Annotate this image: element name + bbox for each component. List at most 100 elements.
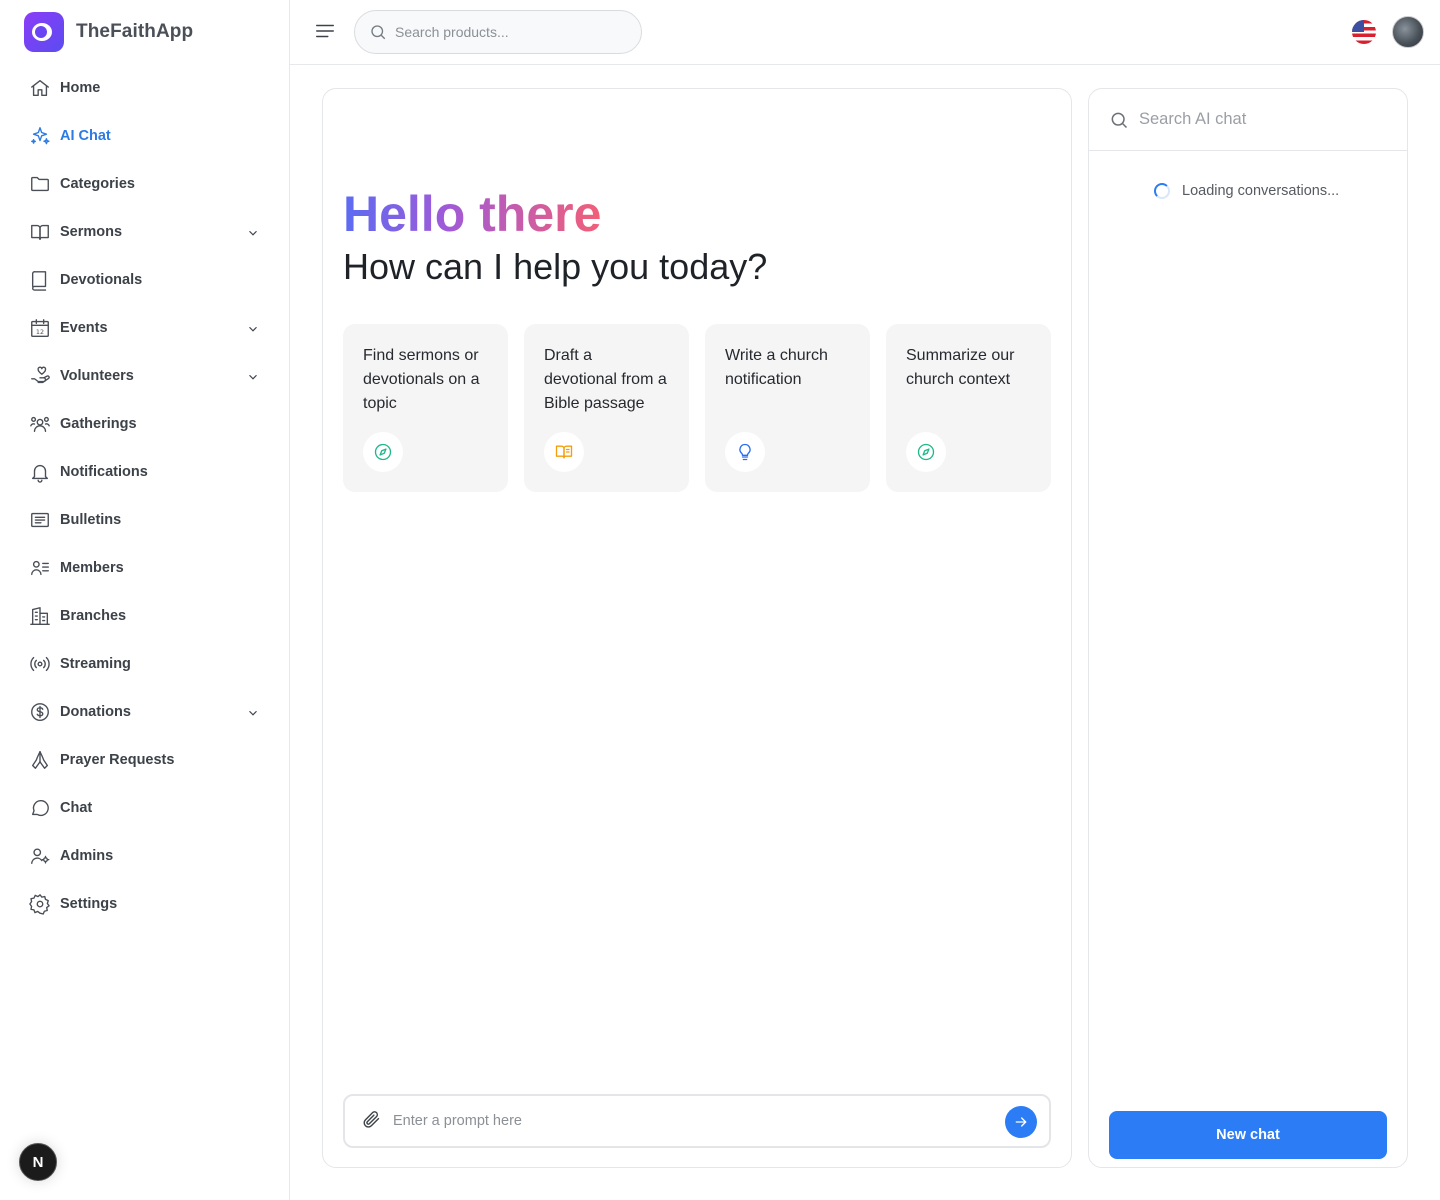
sidebar-item-donations[interactable]: Donations <box>18 688 272 736</box>
arrow-right-icon <box>1015 1117 1027 1127</box>
svg-text:12: 12 <box>36 328 44 336</box>
sidebar-item-label: Donations <box>60 704 131 720</box>
sidebar-item-ai-chat[interactable]: AI Chat <box>18 112 272 160</box>
sidebar-item-admins[interactable]: Admins <box>18 832 272 880</box>
folder-icon <box>28 172 52 196</box>
chat-panel: Hello there How can I help you today? Fi… <box>322 88 1072 1168</box>
paperclip-icon[interactable] <box>361 1109 381 1134</box>
suggestion-card[interactable]: Find sermons or devotionals on a topic <box>343 324 508 492</box>
sidebar-item-chat[interactable]: Chat <box>18 784 272 832</box>
product-search[interactable] <box>354 10 642 54</box>
search-icon <box>1111 112 1128 128</box>
sidebar-item-prayer-requests[interactable]: Prayer Requests <box>18 736 272 784</box>
menu-icon <box>316 24 334 38</box>
menu-toggle-button[interactable] <box>314 20 338 44</box>
sidebar-item-streaming[interactable]: Streaming <box>18 640 272 688</box>
sidebar-nav: Home AI Chat Categories Sermons Devotionals 1… <box>18 64 272 928</box>
greeting-subtitle: How can I help you today? <box>343 246 768 287</box>
loading-indicator: Loading conversations... <box>1154 183 1339 199</box>
greeting-title: Hello there <box>343 186 602 242</box>
spinner-icon <box>1154 183 1170 199</box>
sidebar-item-label: Sermons <box>60 224 123 240</box>
sidebar-item-label: Branches <box>60 608 127 624</box>
chevron-down-icon[interactable] <box>246 370 260 384</box>
sidebar-item-devotionals[interactable]: Devotionals <box>18 256 272 304</box>
dollar-circle-icon <box>28 700 52 724</box>
suggestion-text: Find sermons or devotionals on a topic <box>363 347 480 412</box>
compass-icon <box>363 432 403 472</box>
sidebar-item-label: Members <box>60 560 124 576</box>
dev-badge-letter: N <box>32 1153 44 1171</box>
app-logo-icon <box>24 12 64 52</box>
sidebar-item-label: Bulletins <box>60 512 122 528</box>
sidebar-item-label: Streaming <box>60 656 131 672</box>
broadcast-icon <box>28 652 52 676</box>
history-search[interactable] <box>1089 89 1407 151</box>
suggestion-card[interactable]: Write a church notification <box>705 324 870 492</box>
lightbulb-icon <box>725 432 765 472</box>
chevron-down-icon[interactable] <box>246 322 260 336</box>
sidebar-item-members[interactable]: Members <box>18 544 272 592</box>
sidebar-item-bulletins[interactable]: Bulletins <box>18 496 272 544</box>
suggestion-text: Draft a devotional from a Bible passage <box>544 347 667 412</box>
chevron-down-icon[interactable] <box>246 706 260 720</box>
sidebar-item-label: Events <box>60 320 108 336</box>
brand-name: TheFaithApp <box>76 21 194 42</box>
suggestion-cards: Find sermons or devotionals on a topic D… <box>343 324 1051 492</box>
newspaper-icon <box>28 508 52 532</box>
sidebar-item-label: Admins <box>60 848 114 864</box>
sidebar-item-notifications[interactable]: Notifications <box>18 448 272 496</box>
brand[interactable]: TheFaithApp <box>24 12 193 52</box>
us-flag-icon[interactable] <box>1352 20 1376 44</box>
chat-history-panel: Loading conversations... New chat <box>1088 88 1408 1168</box>
sidebar-item-home[interactable]: Home <box>18 64 272 112</box>
sidebar-item-label: Gatherings <box>60 416 137 432</box>
sidebar-item-sermons[interactable]: Sermons <box>18 208 272 256</box>
suggestion-card[interactable]: Summarize our church context <box>886 324 1051 492</box>
user-list-icon <box>28 556 52 580</box>
sidebar-item-branches[interactable]: Branches <box>18 592 272 640</box>
bell-icon <box>28 460 52 484</box>
send-button[interactable] <box>1005 1106 1037 1138</box>
sidebar-item-label: AI Chat <box>60 128 111 144</box>
sidebar-item-label: Notifications <box>60 464 148 480</box>
loading-text: Loading conversations... <box>1182 183 1340 199</box>
compass-icon <box>906 432 946 472</box>
sidebar-item-label: Settings <box>60 896 118 912</box>
sidebar-item-label: Chat <box>60 800 93 816</box>
book-icon <box>28 268 52 292</box>
sparkles-icon <box>28 124 52 148</box>
users-icon <box>28 412 52 436</box>
sidebar-item-categories[interactable]: Categories <box>18 160 272 208</box>
sidebar-item-gatherings[interactable]: Gatherings <box>18 400 272 448</box>
dev-badge[interactable]: N <box>19 1143 57 1181</box>
gear-icon <box>28 892 52 916</box>
prompt-bar <box>343 1094 1051 1148</box>
history-search-input[interactable] <box>1139 110 1389 129</box>
sidebar: TheFaithApp Home AI Chat Categories Sermons… <box>0 0 290 1200</box>
suggestion-text: Write a church notification <box>725 347 828 388</box>
building-icon <box>28 604 52 628</box>
new-chat-button[interactable]: New chat <box>1109 1111 1387 1159</box>
top-header <box>290 0 1440 65</box>
search-icon <box>371 25 386 40</box>
home-icon <box>28 76 52 100</box>
sidebar-item-events[interactable]: 12 Events <box>18 304 272 352</box>
suggestion-text: Summarize our church context <box>906 347 1015 388</box>
hand-heart-icon <box>28 364 52 388</box>
user-gear-icon <box>28 844 52 868</box>
sidebar-item-label: Home <box>60 80 101 96</box>
book-open-icon <box>28 220 52 244</box>
sidebar-item-label: Volunteers <box>60 368 134 384</box>
sidebar-item-label: Devotionals <box>60 272 143 288</box>
suggestion-card[interactable]: Draft a devotional from a Bible passage <box>524 324 689 492</box>
prompt-input[interactable] <box>393 1113 983 1129</box>
sidebar-item-volunteers[interactable]: Volunteers <box>18 352 272 400</box>
chevron-down-icon[interactable] <box>246 226 260 240</box>
praying-hands-icon <box>28 748 52 772</box>
chat-bubble-icon <box>28 796 52 820</box>
sidebar-item-settings[interactable]: Settings <box>18 880 272 928</box>
user-avatar[interactable] <box>1392 16 1424 48</box>
product-search-input[interactable] <box>395 24 625 40</box>
calendar-icon: 12 <box>28 316 52 340</box>
